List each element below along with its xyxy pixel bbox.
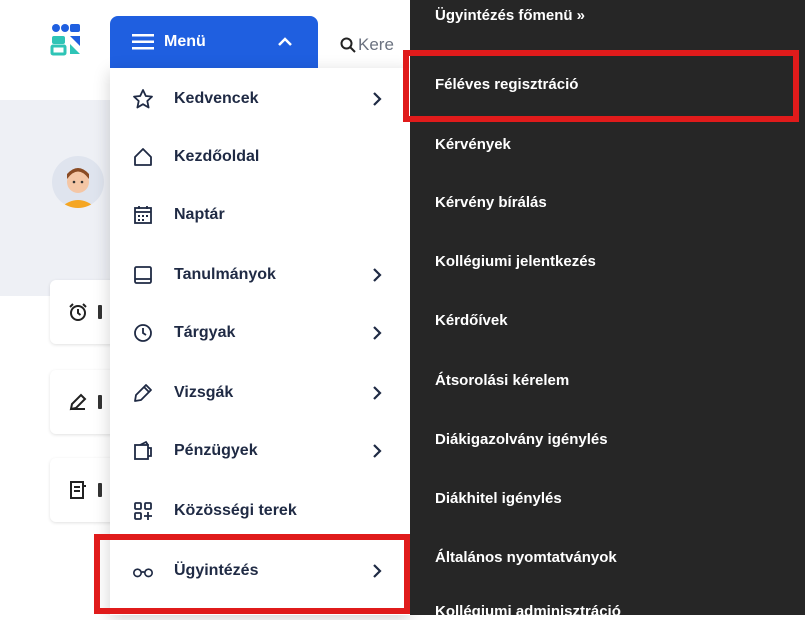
chevron-right-icon xyxy=(373,268,382,282)
document-icon xyxy=(70,481,86,499)
submenu-item-requests[interactable]: Kérvények xyxy=(435,136,511,153)
menu-item-exams[interactable]: Vizsgák xyxy=(110,364,410,422)
pencil-icon xyxy=(69,393,87,411)
avatar-face-icon xyxy=(60,168,96,208)
menu-item-label: Közösségi terek xyxy=(174,502,297,519)
star-icon xyxy=(132,88,154,110)
menu-item-label: Tanulmányok xyxy=(174,266,276,283)
search-bar[interactable]: Kere xyxy=(320,18,410,72)
calendar-icon xyxy=(132,204,154,226)
submenu-item-main[interactable]: Ügyintézés főmenü » xyxy=(435,7,585,24)
chevron-right-icon xyxy=(373,386,382,400)
menu-item-label: Kedvencek xyxy=(174,90,259,107)
avatar[interactable] xyxy=(52,156,104,208)
submenu-item-request-review[interactable]: Kérvény bírálás xyxy=(435,194,547,211)
menu-item-label: Naptár xyxy=(174,206,225,223)
menu-toggle-button[interactable]: Menü xyxy=(110,16,318,68)
grid-plus-icon xyxy=(132,500,154,522)
menu-item-favorites[interactable]: Kedvencek xyxy=(110,70,410,128)
pencil-icon xyxy=(132,382,154,404)
chevron-right-icon xyxy=(373,444,382,458)
menu-item-label: Pénzügyek xyxy=(174,442,258,459)
alarm-clock-icon xyxy=(69,303,87,321)
highlight-box-semester-registration xyxy=(403,50,799,122)
home-icon xyxy=(132,146,154,168)
submenu-item-reclassification[interactable]: Átsorolási kérelem xyxy=(435,372,569,389)
menu-button-label: Menü xyxy=(164,33,206,50)
clock-icon xyxy=(132,322,154,344)
submenu-item-questionnaires[interactable]: Kérdőívek xyxy=(435,312,508,329)
book-icon xyxy=(132,264,154,286)
wallet-icon xyxy=(132,440,154,462)
menu-item-studies[interactable]: Tanulmányok xyxy=(110,246,410,304)
app-logo xyxy=(50,24,80,56)
submenu-item-dormitory-application[interactable]: Kollégiumi jelentkezés xyxy=(435,253,596,270)
menu-item-finances[interactable]: Pénzügyek xyxy=(110,422,410,480)
menu-item-label: Vizsgák xyxy=(174,384,234,401)
chevron-right-icon xyxy=(373,92,382,106)
submenu-item-general-forms[interactable]: Általános nyomtatványok xyxy=(435,549,617,566)
menu-item-calendar[interactable]: Naptár xyxy=(110,186,410,244)
menu-item-subjects[interactable]: Tárgyak xyxy=(110,304,410,362)
highlight-box-administration xyxy=(94,534,410,614)
menu-item-home[interactable]: Kezdőoldal xyxy=(110,128,410,186)
search-icon xyxy=(340,37,356,53)
search-placeholder: Kere xyxy=(358,35,394,54)
submenu-item-student-id[interactable]: Diákigazolvány igénylés xyxy=(435,431,608,448)
menu-item-label: Kezdőoldal xyxy=(174,148,260,165)
submenu-item-dormitory-admin[interactable]: Kollégiumi adminisztráció xyxy=(435,603,621,620)
hamburger-icon xyxy=(132,34,154,50)
submenu-item-student-loan[interactable]: Diákhitel igénylés xyxy=(435,490,562,507)
chevron-right-icon xyxy=(373,326,382,340)
menu-item-label: Tárgyak xyxy=(174,324,236,341)
main-menu-dropdown: Kedvencek Kezdőoldal Naptár Tanulmányok … xyxy=(110,68,410,615)
chevron-up-icon xyxy=(278,37,292,46)
menu-item-community[interactable]: Közösségi terek xyxy=(110,482,410,540)
